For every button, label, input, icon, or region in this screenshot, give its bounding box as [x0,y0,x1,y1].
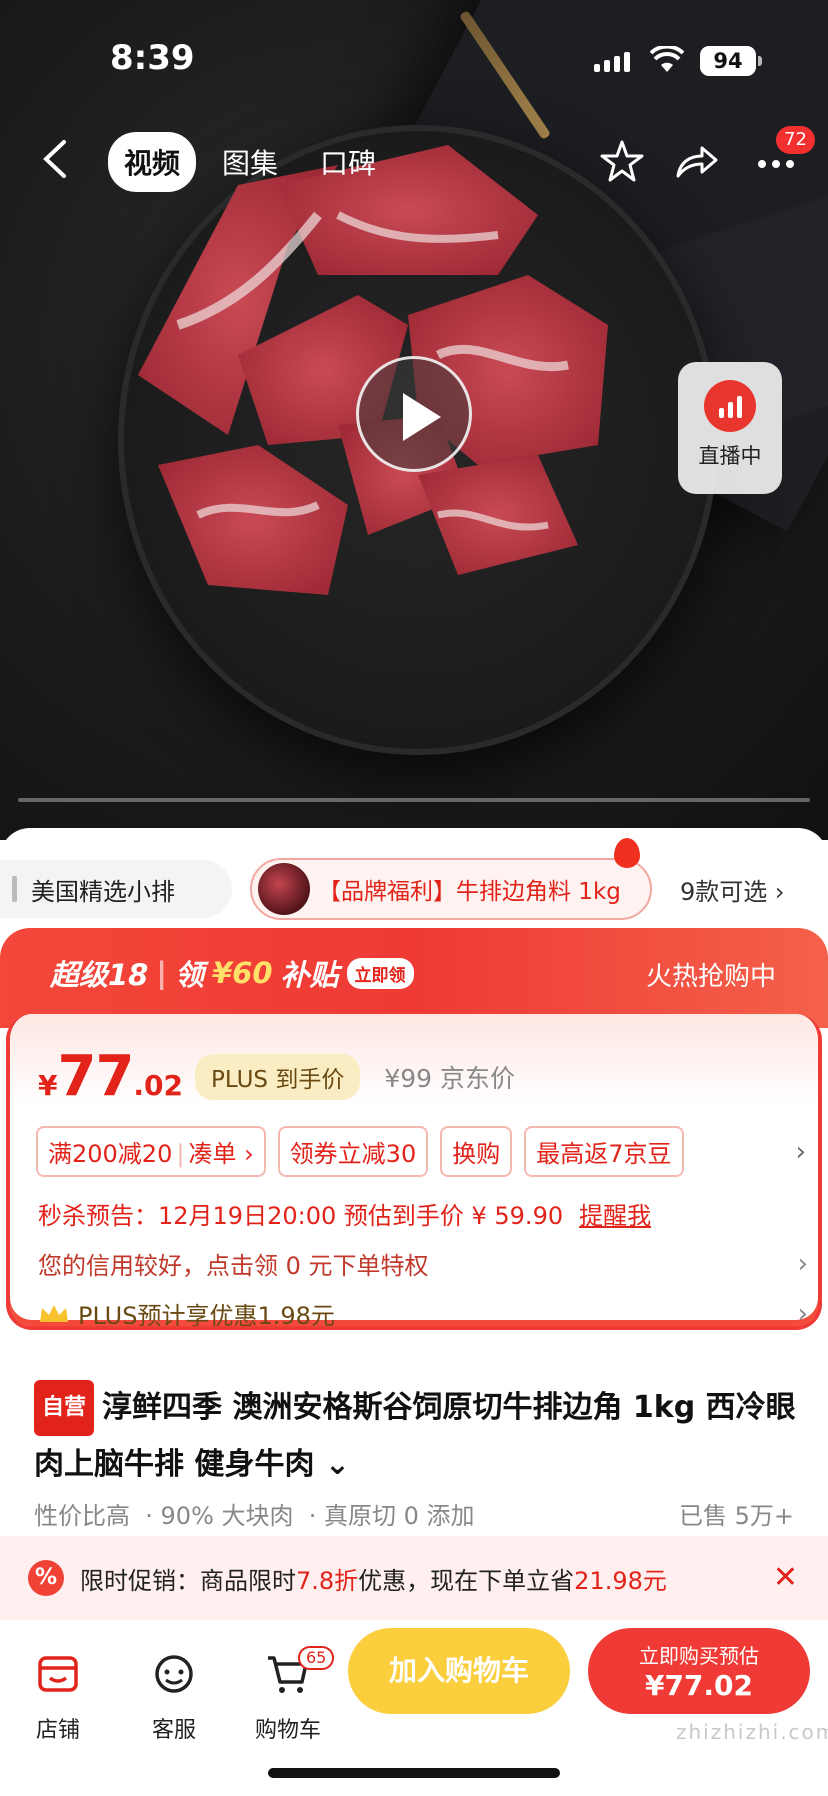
video-progress-bar[interactable] [18,798,810,802]
cart-count-badge: 65 [298,1646,335,1670]
live-stream-button[interactable]: 直播中 [678,362,782,494]
customer-service-button[interactable]: 客服 [124,1650,224,1744]
product-media[interactable]: 8:39 94 视频 图集 口碑 72 直播中 [0,0,828,840]
variant-selector: 美国精选小排 【品牌福利】牛排边角料 1kg 9款可选 › [0,838,828,922]
variant-thumbnail [258,863,310,915]
product-title[interactable]: 自营 淳鲜四季 澳洲安格斯谷饲原切牛排边角 1kg 西冷眼肉上脑牛排 健身牛肉 ⌄ [34,1380,804,1491]
subsidy-banner[interactable]: 超级18 | 领 ¥60 补贴 立即领 火热抢购中 [0,928,828,1028]
tab-reviews[interactable]: 口碑 [304,132,392,192]
claim-chip[interactable]: 立即领 [346,957,414,989]
hot-flame-icon [614,838,640,868]
tag: · 真原切 0 添加 [308,1502,475,1530]
tab-video[interactable]: 视频 [108,132,197,192]
subsidy-text: 超级18 | 领 ¥60 补贴 立即领 [50,952,414,994]
price-decimal: .02 [133,1069,184,1102]
tag: 性价比高 [34,1502,130,1530]
flash-sale-notice: 秒杀预告：12月19日20:00 预估到手价 ¥ 59.90 提醒我 [38,1196,808,1231]
status-bar: 8:39 94 [0,0,828,120]
price-integer: 77 [57,1044,134,1109]
signal-icon [594,52,630,72]
plus-price-tag: PLUS 到手价 [195,1054,361,1100]
variant-option[interactable]: 美国精选小排 [0,860,232,918]
shop-button[interactable]: 店铺 [8,1650,108,1744]
cart-button[interactable]: 65 购物车 [238,1646,338,1744]
chat-icon [155,1655,193,1693]
remind-me-link[interactable]: 提醒我 [579,1196,651,1231]
close-icon[interactable]: ✕ [773,1560,798,1595]
variant-marker [12,876,17,902]
back-arrow-icon[interactable] [36,136,76,182]
buy-now-button[interactable]: 立即购买预估 ¥77.02 [588,1628,810,1714]
battery-indicator: 94 [700,46,762,76]
coupon-jingdou[interactable]: 最高返7京豆 [524,1126,684,1177]
chevron-right-icon: › [797,1248,808,1279]
notification-badge: 72 [776,126,815,154]
percent-icon: % [28,1560,64,1596]
home-indicator[interactable] [268,1768,560,1778]
live-icon [704,380,756,432]
share-icon[interactable] [670,136,722,188]
product-tags: 性价比高 · 90% 大块肉 · 真原切 0 添加 已售 5万+ [34,1496,794,1531]
original-price: ¥99 京东价 [384,1064,515,1093]
play-button[interactable] [356,356,472,472]
plus-discount-row[interactable]: PLUS预计享优惠1.98元 › [38,1296,808,1329]
add-to-cart-button[interactable]: 加入购物车 [348,1628,570,1714]
hot-sale-label: 火热抢购中 [645,962,776,992]
store-icon [38,1656,78,1692]
coupon-full-reduction[interactable]: 满200减20 | 凑单 › [36,1126,266,1177]
crown-icon [40,1304,68,1322]
media-tabs: 视频 图集 口碑 [108,132,392,192]
limited-promo-bar[interactable]: % 限时促销：商品限时 7.8折 优惠，现在下单立省 21.98元 ✕ [0,1536,828,1620]
credit-privilege-row[interactable]: 您的信用较好，点击领 0 元下单特权 › [38,1246,808,1281]
tag: · 90% 大块肉 [145,1502,294,1530]
bottom-action-bar: 店铺 客服 65 购物车 加入购物车 立即购买预估 ¥77.02 zhizhiz… [0,1620,828,1796]
more-variants-link[interactable]: 9款可选 › [680,872,785,907]
chevron-right-icon: › [797,1298,808,1329]
variant-label: 美国精选小排 [31,877,175,906]
price-row: ¥ 77 .02 PLUS 到手价 ¥99 京东价 [38,1044,515,1109]
variant-option-selected[interactable]: 【品牌福利】牛排边角料 1kg [250,858,652,920]
coupon-instant-reduction[interactable]: 领券立减30 [277,1126,429,1177]
watermark: zhizhizhi.com [676,1720,828,1744]
clock: 8:39 [110,38,195,78]
price-symbol: ¥ [38,1069,58,1102]
wifi-icon [650,46,684,72]
live-label: 直播中 [698,444,762,468]
chevron-right-icon[interactable]: › [796,1137,806,1167]
self-operated-badge: 自营 [34,1380,95,1436]
sold-count: 已售 5万+ [678,1502,794,1530]
coupon-exchange[interactable]: 换购 [440,1126,513,1177]
variant-label: 【品牌福利】牛排边角料 1kg [318,879,621,905]
product-info-card: 美国精选小排 【品牌福利】牛排边角料 1kg 9款可选 › 超级18 | 领 ¥60… [0,828,828,1796]
coupon-list: 满200减20 | 凑单 › 领券立减30 换购 最高返7京豆 › [36,1126,806,1177]
price-panel: ¥ 77 .02 PLUS 到手价 ¥99 京东价 满200减20 | 凑单 › 领… [6,1014,822,1330]
promo-panel: 超级18 | 领 ¥60 补贴 立即领 火热抢购中 ¥ 77 .02 PLUS 到手价… [0,928,828,1330]
tab-gallery[interactable]: 图集 [206,132,294,192]
star-icon[interactable] [596,136,648,188]
